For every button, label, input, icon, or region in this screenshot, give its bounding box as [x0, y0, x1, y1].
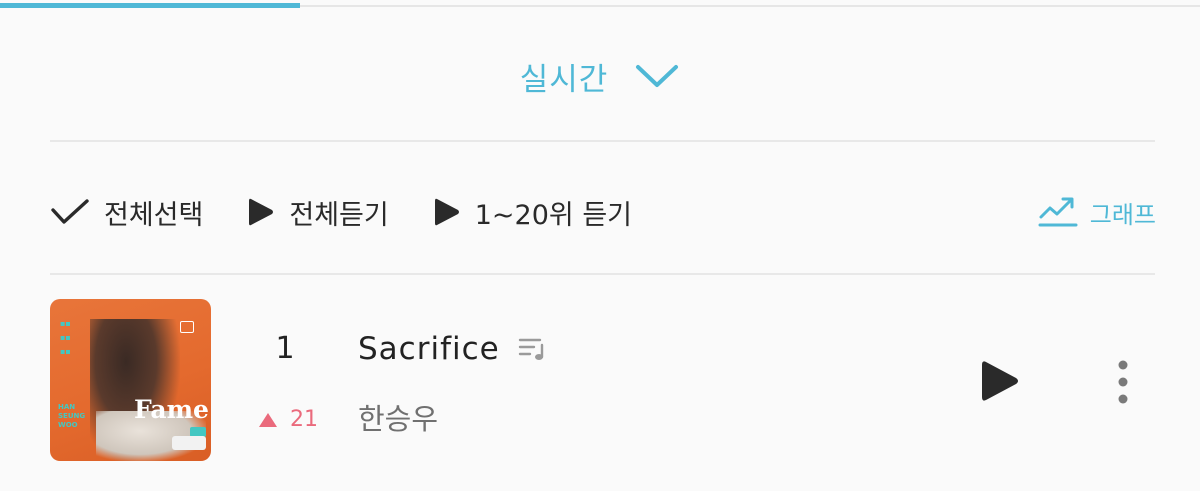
select-all-label: 전체선택 — [104, 199, 204, 231]
rank-change-value: 21 — [290, 407, 318, 432]
graph-label: 그래프 — [1089, 200, 1156, 229]
play-top20-button[interactable]: 1~20위 듣기 — [433, 193, 632, 232]
play-song-button[interactable] — [980, 359, 1020, 403]
album-cover-title: Fame — [134, 395, 209, 424]
song-title[interactable]: Sacrifice — [358, 331, 500, 367]
album-cover-marks: ▪▪ ▪▪ ▪▪ — [60, 319, 71, 356]
divider-bottom — [50, 273, 1155, 275]
period-selector[interactable]: 실시간 — [0, 46, 1200, 106]
album-cover[interactable]: ▪▪ ▪▪ ▪▪ HAN SEUNG WOO Fame — [50, 299, 211, 461]
rank-number: 1 — [275, 331, 295, 366]
play-all-button[interactable]: 전체듣기 — [247, 193, 389, 232]
period-label: 실시간 — [519, 61, 609, 98]
play-all-label: 전체듣기 — [289, 199, 389, 231]
more-options-icon[interactable] — [1112, 359, 1134, 405]
rank-up-icon — [259, 412, 277, 427]
graph-button[interactable]: 그래프 — [1038, 195, 1156, 230]
play-top20-label: 1~20위 듣기 — [474, 199, 633, 231]
play-icon — [433, 196, 461, 228]
chart-row[interactable]: ▪▪ ▪▪ ▪▪ HAN SEUNG WOO Fame 1 21 Sacrifice — [50, 299, 1156, 463]
check-icon — [50, 198, 90, 226]
play-icon — [247, 196, 275, 228]
song-title-group: Sacrifice — [358, 331, 548, 367]
chart-page: 실시간 전체선택 전체듣기 1~20위 듣기 그래프 ▪▪ ▪▪ ▪▪ HAN … — [0, 0, 1200, 491]
divider-top — [50, 140, 1155, 142]
chart-toolbar: 전체선택 전체듣기 1~20위 듣기 그래프 — [50, 185, 1156, 239]
lyrics-icon[interactable] — [518, 336, 548, 362]
select-all-button[interactable]: 전체선택 — [50, 193, 203, 232]
trending-up-icon — [1038, 195, 1078, 229]
chevron-down-icon — [636, 65, 679, 87]
tab-indicator — [0, 3, 300, 8]
album-cover-badge — [180, 321, 194, 333]
rank-change: 21 — [258, 407, 318, 432]
album-cover-sticker — [172, 436, 206, 450]
artist-name[interactable]: 한승우 — [358, 396, 438, 438]
album-cover-artist: HAN SEUNG WOO — [58, 403, 86, 429]
